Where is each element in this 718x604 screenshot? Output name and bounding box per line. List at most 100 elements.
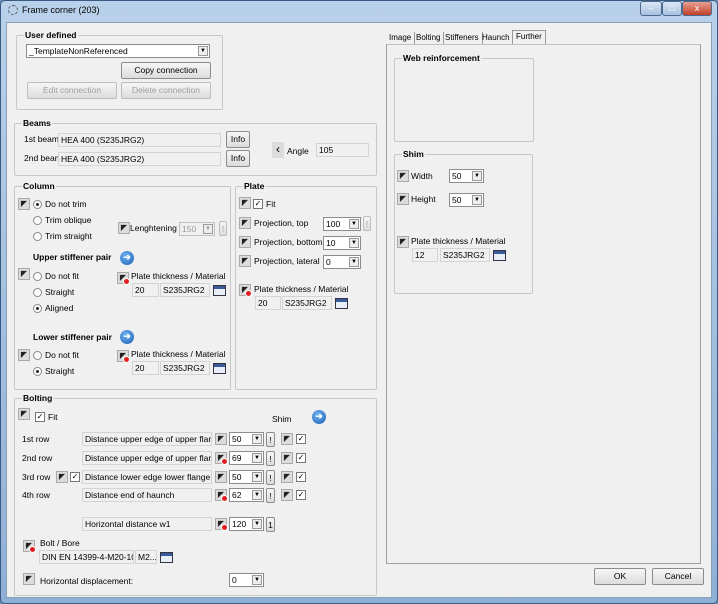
- row-checkbox[interactable]: ✓: [296, 472, 306, 482]
- lower-thickness-field[interactable]: 20: [132, 361, 159, 375]
- pin-icon[interactable]: ◤: [281, 471, 293, 483]
- tab-further[interactable]: Further: [512, 30, 546, 45]
- proj-bottom-select[interactable]: 10 ▼: [323, 236, 361, 250]
- radio-upper-aligned[interactable]: [33, 304, 42, 313]
- material-table-icon[interactable]: [213, 285, 226, 296]
- pin-icon[interactable]: ◤: [239, 197, 251, 209]
- material-table-icon[interactable]: [335, 298, 348, 309]
- proj-top-select[interactable]: 100 ▼: [323, 217, 361, 231]
- bolt-field[interactable]: DIN EN 14399-4-M20-10...: [39, 550, 134, 564]
- row-distance-select[interactable]: 69 ▼: [229, 451, 264, 465]
- edit-connection-button[interactable]: Edit connection: [27, 82, 117, 99]
- bolt-table-icon[interactable]: [160, 552, 173, 563]
- group-label: Shim: [402, 149, 425, 159]
- row-checkbox[interactable]: ✓: [296, 490, 306, 500]
- lengthening-select[interactable]: 150 ▼: [179, 222, 215, 236]
- pin-locked-icon[interactable]: ◤: [239, 284, 252, 297]
- proj-bottom-value: 10: [326, 238, 336, 248]
- radio-trim-straight[interactable]: [33, 232, 42, 241]
- upper-thickness-field[interactable]: 20: [132, 283, 159, 297]
- plate-material-field[interactable]: S235JRG2: [282, 296, 332, 310]
- pin-icon[interactable]: ◤: [118, 222, 130, 234]
- pin-icon[interactable]: ◤: [281, 452, 293, 464]
- pin-locked-icon[interactable]: ◤: [215, 518, 228, 531]
- hdisp-select[interactable]: 0 ▼: [229, 573, 264, 587]
- pin-icon[interactable]: ◤: [215, 489, 228, 502]
- plate-thickness-label: Plate thickness / Material: [254, 284, 349, 294]
- row-distance-select[interactable]: 62 ▼: [229, 488, 264, 502]
- hdist-select[interactable]: 120 ▼: [229, 517, 264, 531]
- beam2-info-button[interactable]: Info: [226, 150, 250, 167]
- pin-locked-icon[interactable]: ◤: [117, 272, 130, 285]
- proj-lateral-select[interactable]: 0 ▼: [323, 255, 361, 269]
- pin-icon[interactable]: ◤: [239, 217, 251, 229]
- pin-icon[interactable]: ◤: [239, 255, 251, 267]
- lower-material-field[interactable]: S235JRG2: [160, 361, 210, 375]
- row-checkbox[interactable]: ✓: [296, 453, 306, 463]
- bore-field[interactable]: M2...: [135, 550, 157, 564]
- shim-material-field[interactable]: S235JRG2: [440, 248, 490, 262]
- lengthening-excl-button[interactable]: !: [219, 221, 227, 236]
- pin-icon[interactable]: ◤: [18, 268, 30, 280]
- row-excl-button[interactable]: !: [266, 488, 275, 503]
- material-table-icon[interactable]: [493, 250, 506, 261]
- minimize-button[interactable]: –: [640, 1, 662, 16]
- hdist-button[interactable]: 1: [266, 517, 275, 532]
- pin-icon[interactable]: ◤: [215, 471, 227, 483]
- pin-icon[interactable]: ◤: [239, 236, 251, 248]
- row-distance-select[interactable]: 50 ▼: [229, 432, 264, 446]
- beam1-info-button[interactable]: Info: [226, 131, 250, 148]
- radio-upper-straight[interactable]: [33, 288, 42, 297]
- template-select[interactable]: _TemplateNonReferenced ▼: [26, 44, 210, 58]
- material-table-icon[interactable]: [213, 363, 226, 374]
- radio-do-not-trim[interactable]: [33, 200, 42, 209]
- pin-icon[interactable]: ◤: [215, 452, 228, 465]
- pin-locked-icon[interactable]: ◤: [23, 540, 36, 553]
- close-button[interactable]: x: [682, 1, 712, 16]
- radio-trim-oblique[interactable]: [33, 216, 42, 225]
- pin-icon[interactable]: ◤: [215, 433, 227, 445]
- plate-fit-checkbox[interactable]: ✓: [253, 199, 263, 209]
- pin-icon[interactable]: ◤: [397, 170, 409, 182]
- row-checkbox[interactable]: ✓: [296, 434, 306, 444]
- row-excl-button[interactable]: !: [266, 451, 275, 466]
- plate-thickness-field[interactable]: 20: [255, 296, 281, 310]
- shim-height-select[interactable]: 50 ▼: [449, 193, 484, 207]
- row-excl-button[interactable]: !: [266, 432, 275, 447]
- radio-lower-do-not-fit[interactable]: [33, 351, 42, 360]
- pin-locked-icon[interactable]: ◤: [117, 350, 130, 363]
- delete-connection-button[interactable]: Delete connection: [121, 82, 211, 99]
- shim-thickness-field[interactable]: 12: [412, 248, 438, 262]
- pin-icon[interactable]: ◤: [18, 408, 30, 420]
- copy-connection-button[interactable]: Copy connection: [121, 62, 211, 79]
- radio-upper-do-not-fit[interactable]: [33, 272, 42, 281]
- cancel-button[interactable]: Cancel: [652, 568, 704, 585]
- hdist-value: 120: [232, 519, 247, 529]
- shim-width-select[interactable]: 50 ▼: [449, 169, 484, 183]
- pin-icon[interactable]: ◤: [56, 471, 68, 483]
- row-excl-button[interactable]: !: [266, 470, 275, 485]
- shim-height-value: 50: [452, 195, 462, 205]
- arrow-right-icon[interactable]: ➜: [120, 330, 134, 344]
- bolting-fit-checkbox[interactable]: ✓: [35, 412, 45, 422]
- pin-icon[interactable]: ◤: [23, 573, 35, 585]
- pin-icon[interactable]: ◤: [281, 433, 293, 445]
- maximize-button[interactable]: □: [662, 1, 682, 16]
- pin-icon[interactable]: ◤: [18, 198, 30, 210]
- row3-checkbox[interactable]: ✓: [70, 472, 80, 482]
- pin-icon[interactable]: ◤: [397, 236, 409, 248]
- upper-material-field[interactable]: S235JRG2: [160, 283, 210, 297]
- arrow-right-icon[interactable]: ➜: [312, 410, 326, 424]
- lower-stiffener-label: Lower stiffener pair: [33, 332, 112, 342]
- shim-width-value: 50: [452, 171, 462, 181]
- arrow-right-icon[interactable]: ➜: [120, 251, 134, 265]
- pin-icon[interactable]: ◤: [281, 489, 293, 501]
- pin-icon[interactable]: ◤: [397, 193, 409, 205]
- beam1-label: 1st beam: [24, 134, 59, 144]
- ok-button[interactable]: OK: [594, 568, 646, 585]
- row-distance-select[interactable]: 50 ▼: [229, 470, 264, 484]
- radio-lower-straight[interactable]: [33, 367, 42, 376]
- proj-top-excl-button[interactable]: !: [363, 216, 371, 231]
- chevron-down-icon: ▼: [349, 219, 359, 229]
- pin-icon[interactable]: ◤: [18, 349, 30, 361]
